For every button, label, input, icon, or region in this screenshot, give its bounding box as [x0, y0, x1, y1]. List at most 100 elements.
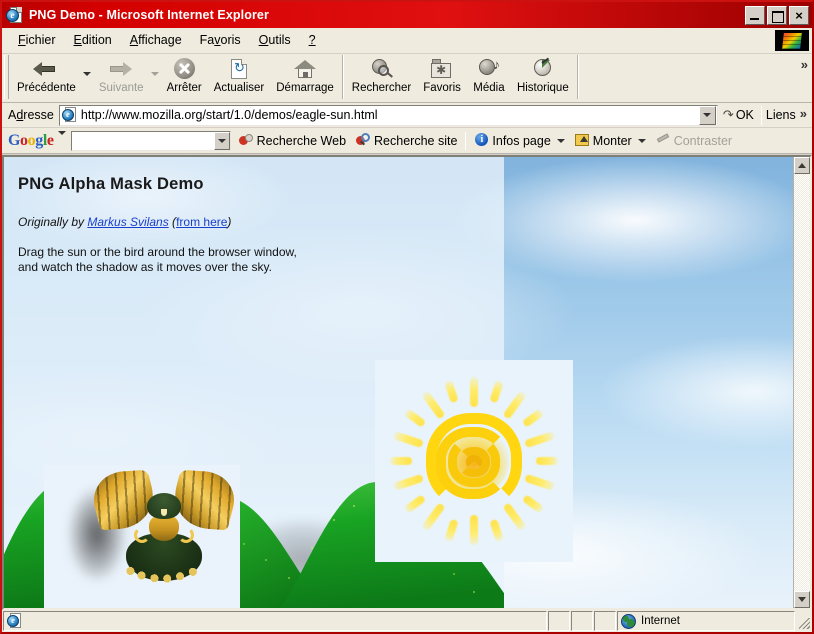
stop-button[interactable]: Arrêter: [161, 54, 208, 96]
eagle-image[interactable]: [43, 465, 242, 608]
favorites-folder-icon: ✱: [429, 57, 455, 81]
google-web-search-icon: [238, 133, 254, 148]
chevron-down-icon[interactable]: [556, 138, 565, 143]
credit-paren-open: (: [168, 215, 177, 229]
author-link[interactable]: Markus Svilans: [87, 215, 168, 229]
toolbar-separator: [341, 55, 344, 99]
page-info-button[interactable]: i Infos page: [469, 131, 569, 150]
windows-flag-logo: [775, 30, 809, 51]
google-search-history-button[interactable]: [213, 131, 230, 150]
links-button[interactable]: Liens: [763, 108, 799, 122]
google-logo[interactable]: Google: [8, 132, 54, 150]
chevron-down-icon[interactable]: [637, 138, 646, 143]
minimize-button[interactable]: [745, 5, 765, 25]
media-globe-icon: ♪: [476, 57, 502, 81]
history-button[interactable]: Historique: [511, 54, 575, 96]
google-search-box[interactable]: [70, 130, 231, 151]
page-description: Drag the sun or the bird around the brow…: [18, 245, 297, 274]
forward-arrow-icon: [108, 57, 134, 81]
vertical-scrollbar[interactable]: [793, 157, 810, 608]
credit-line: Originally by Markus Svilans (from here): [18, 215, 231, 229]
menu-item-fichier[interactable]: Fichier: [10, 30, 64, 51]
menu-item-outils[interactable]: Outils: [251, 30, 299, 51]
menu-bar-row: Fichier Edition Affichage Favoris Outils…: [2, 28, 812, 54]
back-button[interactable]: Précédente: [11, 54, 82, 96]
eagle-graphic: [86, 467, 242, 585]
scroll-up-button[interactable]: [794, 157, 810, 174]
navigation-toolbar: Précédente Suivante Arrêter Actualiser D…: [2, 54, 812, 103]
resize-grip[interactable]: [796, 611, 812, 631]
ie-document-icon: e: [6, 6, 24, 24]
ie-page-icon: e: [61, 107, 78, 123]
google-site-search-button[interactable]: Recherche site: [351, 131, 462, 150]
history-button-label: Historique: [516, 82, 569, 94]
sun-ray: [392, 431, 424, 449]
sun-image[interactable]: [375, 360, 573, 562]
back-button-label: Précédente: [17, 82, 76, 94]
favorites-button-label: Favoris: [423, 82, 461, 94]
up-button-label: Monter: [592, 133, 632, 148]
sun-ray: [536, 457, 558, 465]
home-button[interactable]: Démarrage: [270, 54, 340, 96]
media-button-label: Média: [473, 82, 505, 94]
maximize-button[interactable]: [767, 5, 787, 25]
go-arrow-icon: ↷: [722, 107, 734, 122]
source-link[interactable]: from here: [176, 215, 227, 229]
eagle-head: [147, 493, 181, 519]
sun-ray: [521, 408, 545, 428]
menu-item-help[interactable]: ?: [301, 30, 324, 51]
google-web-search-button[interactable]: Recherche Web: [234, 131, 351, 150]
forward-button[interactable]: Suivante: [93, 54, 150, 96]
chevron-down-icon: [151, 72, 160, 76]
media-button[interactable]: ♪ Média: [467, 54, 511, 96]
google-menu-button[interactable]: [54, 130, 71, 149]
refresh-button[interactable]: Actualiser: [208, 54, 271, 96]
close-button[interactable]: ×: [789, 5, 809, 25]
sun-graphic: [375, 360, 573, 562]
sun-ray: [470, 377, 478, 407]
address-separator: [760, 105, 762, 125]
title-bar[interactable]: e PNG Demo - Microsoft Internet Explorer…: [2, 2, 812, 28]
sun-ray: [489, 518, 504, 543]
refresh-icon: [226, 57, 252, 81]
up-button[interactable]: Monter: [570, 131, 651, 150]
sun-spiral: [426, 413, 522, 509]
favorites-button[interactable]: ✱ Favoris: [417, 54, 467, 96]
toolbar-overflow-chevron[interactable]: »: [801, 57, 808, 72]
window-title: PNG Demo - Microsoft Internet Explorer: [29, 8, 269, 22]
scrollbar-track[interactable]: [794, 174, 810, 591]
sun-ray: [390, 457, 412, 465]
menu-item-affichage[interactable]: Affichage: [122, 30, 190, 51]
scroll-down-arrow-icon: [798, 597, 806, 602]
google-toolbar-separator: [465, 131, 467, 150]
search-button-label: Rechercher: [351, 82, 412, 94]
browser-window: e PNG Demo - Microsoft Internet Explorer…: [0, 0, 814, 634]
scroll-up-arrow-icon: [798, 163, 806, 168]
security-zone-panel[interactable]: Internet: [617, 611, 795, 631]
google-search-input[interactable]: [71, 132, 214, 149]
menu-item-favoris[interactable]: Favoris: [192, 30, 249, 51]
highlight-button[interactable]: Contraster: [651, 131, 737, 150]
go-button[interactable]: ↷ OK: [718, 107, 760, 123]
menu-item-edition[interactable]: Edition: [66, 30, 120, 51]
address-dropdown-button[interactable]: [698, 105, 716, 125]
eagle-right-talon: [178, 527, 194, 543]
forward-dropdown-button[interactable]: [150, 54, 161, 76]
credit-prefix: Originally by: [18, 215, 88, 229]
stop-button-label: Arrêter: [166, 82, 202, 94]
home-button-label: Démarrage: [276, 82, 334, 94]
back-dropdown-button[interactable]: [82, 54, 93, 76]
internet-zone-globe-icon: [621, 613, 636, 629]
sun-ray: [470, 515, 478, 545]
address-overflow-chevron[interactable]: »: [799, 106, 810, 125]
google-web-search-label: Recherche Web: [256, 133, 347, 148]
google-site-search-label: Recherche site: [374, 133, 458, 148]
address-input[interactable]: e http://www.mozilla.org/start/1.0/demos…: [58, 104, 718, 126]
scroll-down-button[interactable]: [794, 591, 810, 608]
chevron-down-icon: [83, 72, 92, 76]
page-info-icon: i: [474, 133, 489, 148]
toolbar-grip[interactable]: [4, 55, 9, 99]
search-button[interactable]: Rechercher: [346, 54, 417, 96]
status-panel-1: [548, 611, 570, 631]
go-button-label: OK: [735, 108, 754, 122]
